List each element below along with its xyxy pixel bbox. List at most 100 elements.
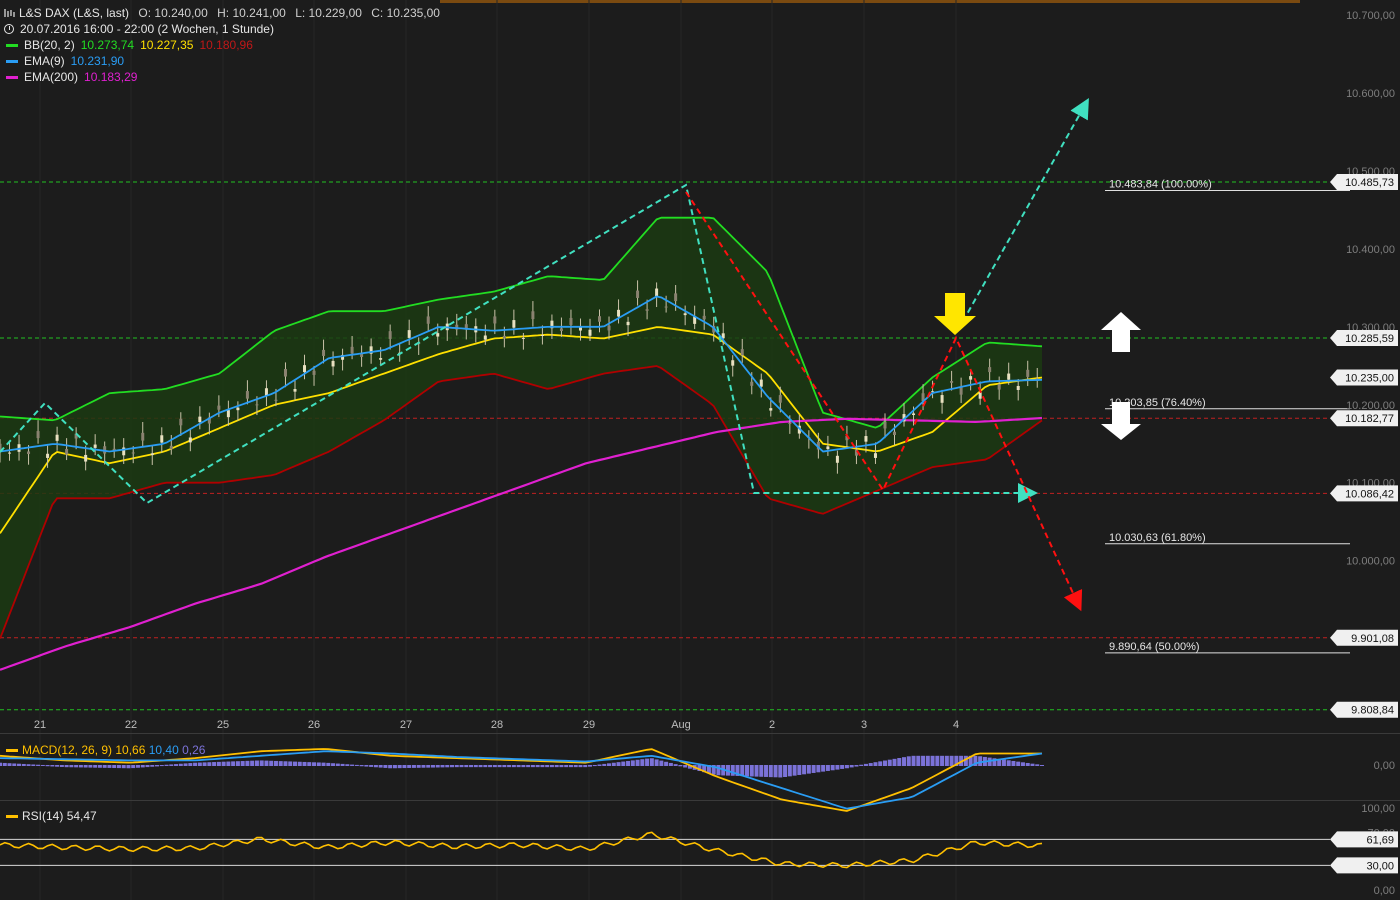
macd-histogram-bar bbox=[288, 761, 293, 766]
macd-histogram-bar bbox=[545, 765, 550, 768]
macd-histogram-bar bbox=[887, 759, 892, 766]
candle-body bbox=[759, 379, 763, 387]
chart-header: L&S DAX (L&S, last) O: 10.240,00 H: 10.2… bbox=[4, 5, 446, 21]
macd-histogram-bar bbox=[264, 760, 269, 766]
macd-histogram-bar bbox=[169, 764, 174, 766]
price-tag-label: 10.485,73 bbox=[1345, 177, 1394, 189]
macd-histogram-bar bbox=[373, 765, 378, 768]
macd-histogram-bar bbox=[806, 765, 811, 774]
candle-body bbox=[255, 404, 259, 406]
macd-histogram-bar bbox=[430, 765, 435, 768]
macd-histogram-bar bbox=[821, 765, 826, 772]
price-tag-label: 10.086,42 bbox=[1345, 488, 1394, 500]
macd-histogram-bar bbox=[26, 764, 31, 766]
macd-histogram-bar bbox=[197, 762, 202, 766]
macd-histogram-bar bbox=[940, 755, 945, 766]
legend-ema200[interactable]: EMA(200) 10.183,29 bbox=[4, 69, 143, 85]
macd-histogram-bar bbox=[621, 761, 626, 766]
legend-macd[interactable]: MACD(12, 26, 9) 10,66 10,40 0,26 bbox=[4, 743, 205, 757]
macd-histogram-bar bbox=[335, 763, 340, 766]
y-tick-label: 10.000,00 bbox=[1346, 556, 1395, 568]
macd-histogram-bar bbox=[40, 764, 45, 766]
macd-histogram-bar bbox=[892, 758, 897, 766]
macd-histogram-bar bbox=[64, 765, 69, 768]
macd-histogram-bar bbox=[587, 765, 592, 767]
period-row: 20.07.2016 16:00 - 22:00 (2 Wochen, 1 St… bbox=[4, 21, 280, 37]
white-up-arrow-icon bbox=[1101, 312, 1141, 352]
macd-histogram-bar bbox=[174, 764, 179, 766]
candle-body bbox=[540, 335, 544, 337]
macd-histogram-bar bbox=[483, 765, 488, 768]
macd-histogram-bar bbox=[854, 765, 859, 767]
legend-bb[interactable]: BB(20, 2) 10.273,74 10.227,35 10.180,96 bbox=[4, 37, 259, 53]
rsi-axis-label: 0,00 bbox=[1374, 885, 1395, 897]
candle-body bbox=[559, 328, 563, 331]
macd-histogram-bar bbox=[297, 761, 302, 766]
macd-histogram-bar bbox=[321, 762, 326, 766]
macd-histogram-bar bbox=[778, 765, 783, 778]
macd-histogram-bar bbox=[592, 765, 597, 767]
macd-histogram-bar bbox=[397, 765, 402, 769]
macd-histogram-bar bbox=[502, 765, 507, 768]
macd-histogram-bar bbox=[811, 765, 816, 773]
macd-histogram-bar bbox=[602, 763, 607, 766]
macd-histogram-bar bbox=[616, 762, 621, 766]
x-tick-label: 27 bbox=[400, 719, 412, 731]
candle-body bbox=[322, 349, 326, 356]
macd-histogram-bar bbox=[331, 763, 336, 766]
macd-histogram-bar bbox=[350, 764, 355, 766]
macd-histogram-bar bbox=[664, 761, 669, 766]
macd-histogram-bar bbox=[630, 760, 635, 766]
macd-histogram-bar bbox=[578, 765, 583, 768]
candle-body bbox=[55, 434, 59, 441]
macd-histogram-bar bbox=[549, 765, 554, 768]
candle-body bbox=[312, 370, 316, 375]
legend-rsi[interactable]: RSI(14) 54,47 bbox=[4, 809, 97, 823]
time-axis[interactable]: 21 22 25 26 27 28 29 Aug 2 3 4 bbox=[34, 719, 959, 731]
candle-body bbox=[864, 436, 868, 442]
low-value: L: 10.229,00 bbox=[295, 6, 362, 20]
bb-mid-value: 10.227,35 bbox=[140, 38, 194, 52]
price-axis[interactable]: 10.700,0010.600,0010.500,0010.400,0010.3… bbox=[1346, 10, 1395, 568]
candle-body bbox=[826, 446, 830, 450]
macd-histogram-bar bbox=[2, 762, 7, 766]
macd-histogram-bar bbox=[269, 760, 274, 766]
macd-histogram-bar bbox=[916, 755, 921, 766]
candle-body bbox=[331, 360, 335, 367]
candle-body bbox=[750, 381, 754, 386]
macd-histogram-bar bbox=[193, 762, 198, 766]
candle-body bbox=[36, 431, 40, 439]
rsi-axis-label: 100,00 bbox=[1361, 803, 1395, 815]
macd-histogram-bar bbox=[178, 763, 183, 766]
chart-canvas[interactable]: 10.483,84 (100.00%)10.203,85 (76.40%)10.… bbox=[0, 0, 1400, 900]
candle-body bbox=[950, 381, 954, 383]
macd-histogram-bar bbox=[359, 765, 364, 767]
macd-histogram-bar bbox=[492, 765, 497, 768]
candle-body bbox=[607, 325, 611, 331]
macd-histogram-bar bbox=[326, 762, 331, 766]
macd-histogram-bar bbox=[1006, 760, 1011, 766]
macd-histogram-bar bbox=[188, 763, 193, 766]
macd-histogram-bar bbox=[273, 760, 278, 766]
macd-histogram-bar bbox=[454, 765, 459, 768]
rsi-swatch bbox=[6, 815, 18, 819]
candle-body bbox=[131, 452, 135, 454]
macd-histogram-bar bbox=[302, 761, 307, 766]
macd-histogram-bar bbox=[131, 765, 136, 769]
macd-histogram-bar bbox=[469, 765, 474, 768]
macd-histogram-bar bbox=[216, 761, 221, 766]
candle-body bbox=[483, 335, 487, 340]
macd-histogram-bar bbox=[787, 765, 792, 777]
macd-histogram-bar bbox=[749, 765, 754, 777]
macd-histogram-bar bbox=[730, 765, 735, 776]
candle-body bbox=[46, 453, 50, 458]
macd-histogram-bar bbox=[830, 765, 835, 771]
legend-ema9[interactable]: EMA(9) 10.231,90 bbox=[4, 53, 130, 69]
candle-body bbox=[598, 316, 602, 322]
high-value: H: 10.241,00 bbox=[217, 6, 286, 20]
macd-histogram-bar bbox=[55, 765, 60, 767]
price-tag-label: 10.235,00 bbox=[1345, 372, 1394, 384]
candle-body bbox=[512, 320, 516, 328]
macd-axis-label: 0,00 bbox=[1374, 760, 1395, 772]
candle-body bbox=[8, 452, 12, 454]
